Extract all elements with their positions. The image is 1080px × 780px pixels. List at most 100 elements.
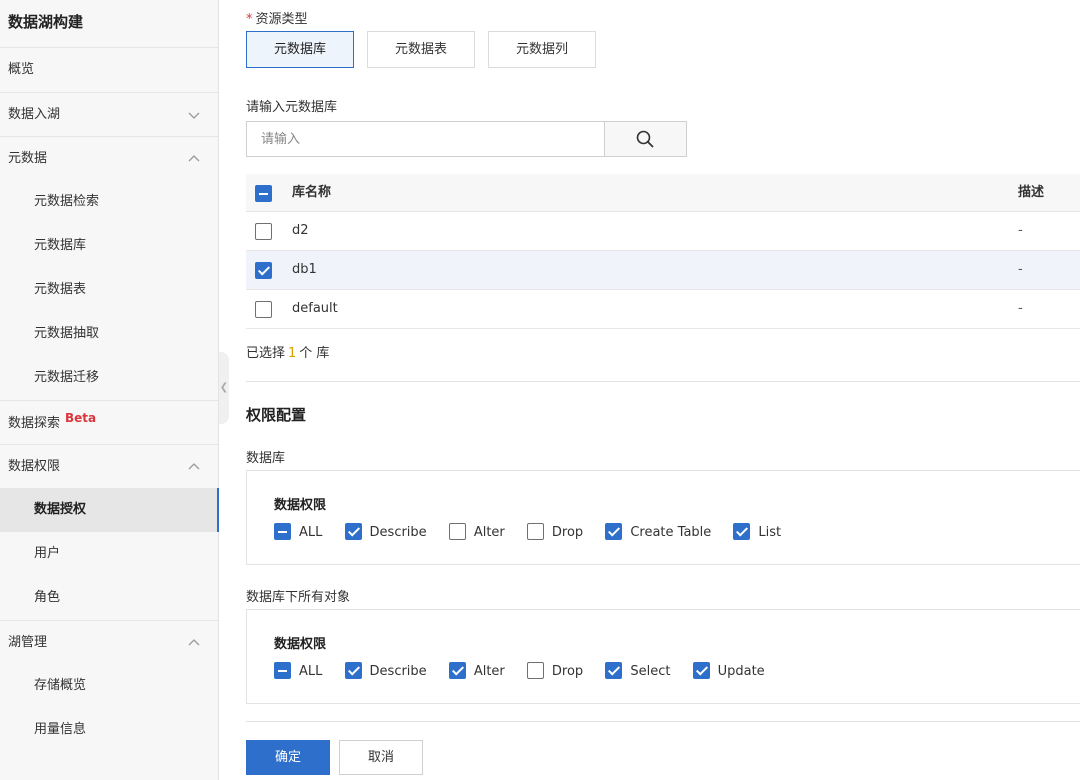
selection-count: 1 (288, 346, 297, 361)
confirm-button[interactable]: 确定 (246, 740, 330, 775)
checkbox-box (274, 662, 291, 679)
sidebar-item-lake-management[interactable]: 湖管理 (0, 620, 218, 664)
sidebar-item-label: 数据探索 (8, 416, 61, 431)
database-section-label: 数据库 (246, 451, 286, 466)
sidebar-item-data-permissions[interactable]: 数据权限 (0, 444, 218, 488)
row-name: d2 (292, 223, 309, 238)
perm-label: Describe (369, 664, 427, 679)
checkbox-box (255, 185, 272, 202)
perm-db-list-checkbox[interactable]: List (733, 523, 781, 541)
perm-label: Create Table (630, 525, 712, 540)
perm-obj-describe-checkbox[interactable]: Describe (344, 662, 427, 680)
sidebar-item-label: 元数据库 (34, 238, 87, 253)
perm-obj-alter-checkbox[interactable]: Alter (448, 662, 505, 680)
row-checkbox[interactable] (255, 262, 272, 279)
row-description: - (1018, 262, 1023, 277)
sidebar-item-usage-info[interactable]: 用量信息 (0, 708, 218, 752)
sidebar-item-label: 数据授权 (34, 502, 87, 517)
perm-obj-update-checkbox[interactable]: Update (692, 662, 765, 680)
selection-summary: 已选择 1 个 库 (246, 342, 329, 361)
database-permission-options: ALL Describe Alter Drop Create Table Lis… (274, 523, 799, 541)
row-checkbox[interactable] (255, 223, 272, 240)
search-input[interactable] (247, 122, 604, 156)
section-divider (246, 381, 1080, 382)
resource-type-column-button[interactable]: 元数据列 (488, 31, 596, 68)
sidebar-item-overview[interactable]: 概览 (0, 48, 218, 92)
sidebar-item-label: 元数据迁移 (34, 370, 100, 385)
sidebar-item-metadata-migration[interactable]: 元数据迁移 (0, 356, 218, 400)
beta-badge: Beta (65, 411, 97, 425)
sidebar-item-metadata-extraction[interactable]: 元数据抽取 (0, 312, 218, 356)
sidebar-item-label: 角色 (34, 590, 61, 605)
perm-label: ALL (299, 525, 323, 540)
chevron-up-icon (188, 463, 200, 470)
sidebar-item-metadata-database[interactable]: 元数据库 (0, 224, 218, 268)
chevron-down-icon (188, 112, 200, 119)
sidebar-item-label: 元数据 (8, 151, 48, 166)
resource-type-table-button[interactable]: 元数据表 (367, 31, 475, 68)
perm-label: Update (717, 664, 765, 679)
checkbox-box (255, 223, 272, 240)
resource-type-label-text: 资源类型 (255, 12, 308, 27)
sidebar-item-metadata-search[interactable]: 元数据检索 (0, 180, 218, 224)
permission-config-title: 权限配置 (246, 406, 307, 424)
sidebar-item-roles[interactable]: 角色 (0, 576, 218, 620)
table-row[interactable]: db1 - (246, 251, 1080, 290)
checkbox-box (605, 523, 623, 540)
sidebar-item-label: 元数据检索 (34, 194, 100, 209)
perm-db-describe-checkbox[interactable]: Describe (344, 523, 427, 541)
sidebar-item-data-authorization[interactable]: 数据授权 (0, 488, 219, 532)
sidebar-item-label: 元数据抽取 (34, 326, 100, 341)
sidebar-item-label: 数据入湖 (8, 107, 61, 122)
selection-prefix: 已选择 (246, 346, 286, 361)
perm-label: Alter (473, 525, 505, 540)
perm-obj-select-checkbox[interactable]: Select (605, 662, 670, 680)
sidebar-collapse-handle[interactable]: ❮ (219, 352, 229, 424)
sidebar-item-data-ingestion[interactable]: 数据入湖 (0, 92, 218, 136)
chevron-up-icon (188, 639, 200, 646)
database-permission-title: 数据权限 (274, 498, 327, 513)
perm-obj-drop-checkbox[interactable]: Drop (526, 662, 584, 680)
objects-permission-options: ALL Describe Alter Drop Select Update (274, 662, 783, 680)
row-checkbox[interactable] (255, 301, 272, 318)
sidebar-item-data-exploration[interactable]: 数据探索 Beta (0, 400, 218, 444)
checkbox-box (526, 662, 544, 679)
select-all-checkbox[interactable] (255, 185, 272, 202)
checkbox-box (255, 301, 272, 318)
search-button[interactable] (604, 122, 686, 156)
objects-section-label: 数据库下所有对象 (246, 590, 351, 605)
column-header-name: 库名称 (292, 185, 332, 200)
perm-db-create-table-checkbox[interactable]: Create Table (605, 523, 712, 541)
resource-type-database-button[interactable]: 元数据库 (246, 31, 354, 68)
table-row[interactable]: d2 - (246, 212, 1080, 251)
objects-permission-box: 数据权限 ALL Describe Alter Drop Select Upda… (246, 609, 1080, 704)
sidebar-item-metadata[interactable]: 元数据 (0, 136, 218, 180)
perm-label: Describe (369, 525, 427, 540)
perm-db-alter-checkbox[interactable]: Alter (448, 523, 505, 541)
checkbox-box (255, 262, 272, 279)
perm-label: Alter (473, 664, 505, 679)
row-description: - (1018, 223, 1023, 238)
sidebar-item-metadata-table[interactable]: 元数据表 (0, 268, 218, 312)
checkbox-box (344, 523, 362, 540)
sidebar-item-label: 元数据表 (34, 282, 87, 297)
sidebar-item-label: 概览 (8, 62, 35, 77)
checkbox-box (274, 523, 291, 540)
search-box (246, 121, 687, 157)
chevron-up-icon (188, 155, 200, 162)
sidebar-item-label: 用量信息 (34, 722, 87, 737)
perm-label: Drop (551, 664, 584, 679)
main-content: *资源类型 元数据库 元数据表 元数据列 请输入元数据库 库名称 描述 d2 -… (246, 0, 1080, 780)
checkbox-box (448, 662, 466, 679)
sidebar-item-users[interactable]: 用户 (0, 532, 218, 576)
table-row[interactable]: default - (246, 290, 1080, 329)
row-name: default (292, 301, 338, 316)
search-icon (636, 130, 654, 148)
sidebar: 数据湖构建 概览 数据入湖 元数据 元数据检索 元数据库 元数据表 元数据抽取 … (0, 0, 219, 780)
sidebar-item-storage-overview[interactable]: 存储概览 (0, 664, 218, 708)
perm-obj-all-checkbox[interactable]: ALL (274, 662, 322, 680)
perm-db-all-checkbox[interactable]: ALL (274, 523, 323, 541)
objects-permission-title: 数据权限 (274, 637, 327, 652)
perm-db-drop-checkbox[interactable]: Drop (526, 523, 583, 541)
cancel-button[interactable]: 取消 (339, 740, 423, 775)
